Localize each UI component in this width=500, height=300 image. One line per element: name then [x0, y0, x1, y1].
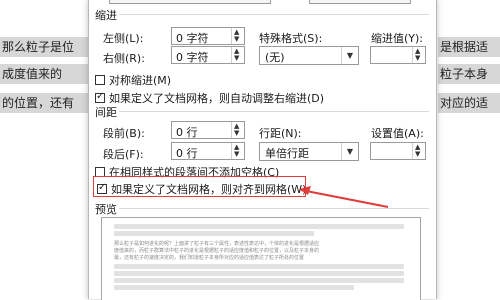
preview-placeholder-line — [114, 264, 404, 269]
doc-line-right: 对应的适 — [438, 93, 500, 113]
checkbox-box[interactable] — [97, 182, 107, 194]
indent-value-spinner[interactable]: ▲ ▼ — [370, 46, 426, 64]
mirror-indent-label: 对称缩进(M) — [109, 74, 172, 87]
indent-value-label: 缩进值(Y): — [371, 32, 424, 45]
indent-section-title: 缩进 — [95, 9, 117, 22]
left-indent-value: 0 字符 — [176, 32, 209, 45]
spinner-arrows[interactable]: ▲ ▼ — [231, 143, 244, 159]
doc-line-right: 是根据适 — [438, 37, 500, 57]
chevron-down-icon[interactable]: ▼ — [341, 143, 358, 160]
down-arrow-icon[interactable]: ▼ — [415, 151, 420, 158]
section-divider — [119, 14, 429, 15]
space-before-value: 0 行 — [176, 126, 198, 139]
auto-adjust-right-indent-checkbox[interactable]: 如果定义了文档网格，则自动调整右缩进(D) — [95, 90, 324, 106]
setting-value-label: 设置值(A): — [371, 127, 424, 140]
space-after-value: 0 行 — [176, 147, 198, 160]
section-divider — [119, 208, 429, 209]
preview-sample-text: 那么粒子是如何进化的呢？上面讲了粒子有三个属性，表述性表达中，个体的进化是根据适… — [114, 241, 320, 247]
setting-value-spinner[interactable]: ▲ ▼ — [370, 142, 426, 160]
auto-adjust-label: 如果定义了文档网格，则自动调整右缩进(D) — [109, 92, 325, 105]
dialog-top-control — [309, 0, 411, 4]
preview-sample-text: 度值来的，而粒子群算法中粒子的进化是根据粒子的适应度值和粒子的位置，以及粒子本身… — [114, 248, 320, 254]
spinner-arrows[interactable]: ▲ ▼ — [231, 122, 244, 138]
right-indent-value: 0 字符 — [176, 51, 209, 64]
special-format-value: (无) — [265, 51, 285, 64]
doc-text: 粒子本身 — [440, 67, 489, 81]
preview-placeholder-line — [114, 271, 404, 276]
preview-pane: 那么粒子是如何进化的呢？上面讲了粒子有三个属性，表述性表达中，个体的进化是根据适… — [101, 217, 421, 300]
line-spacing-label: 行距(N): — [259, 127, 302, 140]
down-arrow-icon[interactable]: ▼ — [234, 36, 239, 43]
left-indent-spinner[interactable]: 0 字符 ▲ ▼ — [171, 27, 245, 45]
preview-section-title: 预览 — [95, 203, 117, 216]
doc-line-right: 粒子本身 — [438, 64, 500, 84]
doc-text: 那么粒子是位 — [2, 40, 75, 54]
preview-placeholder-line — [114, 285, 354, 290]
doc-text: 的位置，还有 — [2, 96, 75, 110]
special-format-select[interactable]: (无) ▼ — [259, 46, 359, 65]
chevron-down-icon[interactable]: ▼ — [341, 47, 358, 64]
space-after-spinner[interactable]: 0 行 ▲ ▼ — [171, 142, 245, 160]
preview-placeholder-line — [114, 278, 404, 283]
doc-line-left: 成度值来的 — [0, 64, 90, 84]
doc-text: 成度值来的 — [2, 67, 63, 81]
right-indent-label: 右侧(R): — [103, 52, 145, 65]
special-format-label: 特殊格式(S): — [259, 32, 323, 45]
mirror-indent-checkbox[interactable]: 对称缩进(M) — [95, 72, 171, 88]
snap-to-grid-label: 如果定义了文档网格，则对齐到网格(W) — [111, 183, 307, 196]
checkbox-box[interactable] — [95, 91, 105, 103]
down-arrow-icon[interactable]: ▼ — [234, 151, 239, 158]
doc-line-left: 那么粒子是位 — [0, 37, 90, 57]
left-indent-label: 左侧(L): — [103, 32, 144, 45]
section-divider — [119, 111, 429, 112]
checkbox-box[interactable] — [95, 75, 105, 85]
space-before-label: 段前(B): — [103, 127, 145, 140]
spinner-arrows[interactable]: ▲ ▼ — [412, 143, 425, 159]
down-arrow-icon[interactable]: ▼ — [234, 55, 239, 62]
line-spacing-value: 单倍行距 — [265, 147, 309, 160]
spacing-section-title: 间距 — [95, 106, 117, 119]
snap-to-grid-checkbox[interactable]: 如果定义了文档网格，则对齐到网格(W) — [97, 181, 306, 197]
doc-line-left: 的位置，还有 — [0, 93, 90, 113]
spinner-arrows[interactable]: ▲ ▼ — [231, 47, 244, 63]
doc-text: 是根据适 — [440, 40, 489, 54]
preview-placeholder-line — [114, 231, 314, 236]
spinner-arrows[interactable]: ▲ ▼ — [231, 28, 244, 44]
preview-placeholder-line — [114, 224, 404, 229]
right-indent-spinner[interactable]: 0 字符 ▲ ▼ — [171, 46, 245, 64]
down-arrow-icon[interactable]: ▼ — [415, 55, 420, 62]
down-arrow-icon[interactable]: ▼ — [234, 130, 239, 137]
doc-text: 对应的适 — [440, 96, 489, 110]
spinner-arrows[interactable]: ▲ ▼ — [412, 47, 425, 63]
paragraph-dialog: 缩进 左侧(L): 0 字符 ▲ ▼ 右侧(R): 0 字符 ▲ ▼ 特殊格式(S)… — [88, 0, 437, 300]
line-spacing-select[interactable]: 单倍行距 ▼ — [259, 142, 359, 161]
space-before-spinner[interactable]: 0 行 ▲ ▼ — [171, 121, 245, 139]
space-after-label: 段后(F): — [103, 148, 144, 161]
preview-sample-text: 最，还有粒子的速度决定的，我们知道粒子本身所对应的适应值表达了粒子所处的位置 — [114, 255, 305, 261]
dialog-top-control — [109, 0, 271, 4]
